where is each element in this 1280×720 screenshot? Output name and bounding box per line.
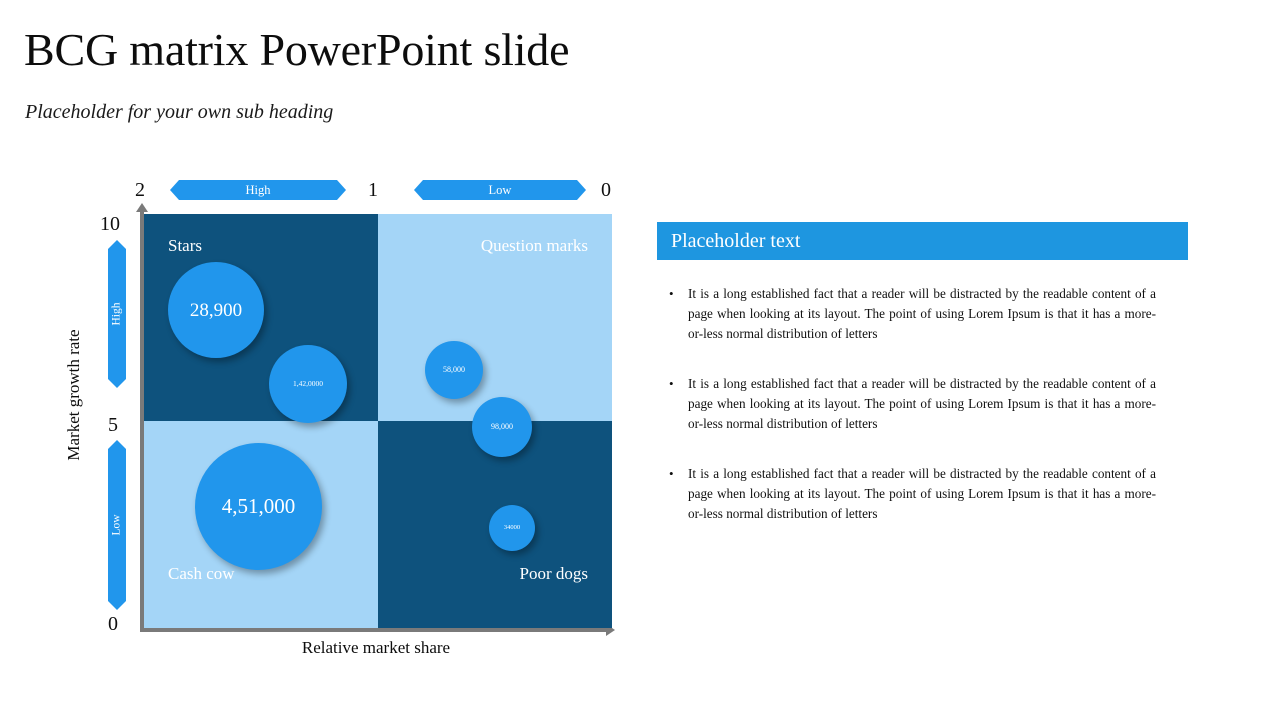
x-axis-tick-1: 1 (368, 179, 378, 201)
bullet-icon: • (669, 286, 674, 301)
data-bubble-label: 98,000 (491, 422, 513, 431)
x-axis-band-high-label: High (245, 182, 271, 197)
y-axis-band-low-label: Low (110, 514, 123, 536)
data-bubble[interactable]: 98,000 (472, 397, 532, 457)
data-bubble-label: 34000 (503, 523, 521, 531)
y-axis-title: Market growth rate (64, 329, 83, 461)
x-axis-line (140, 628, 608, 632)
bullet-icon: • (669, 466, 674, 481)
x-axis-band-low-label: Low (488, 182, 512, 197)
quadrant-label-cash-cow: Cash cow (168, 564, 235, 583)
list-item: • It is a long established fact that a r… (666, 374, 1188, 434)
quadrant-label-stars: Stars (168, 236, 202, 255)
x-axis-band-high: High (170, 180, 346, 200)
x-axis-band-low: Low (414, 180, 586, 200)
x-axis-title: Relative market share (301, 638, 451, 657)
y-axis-tick-10: 10 (100, 213, 120, 235)
y-axis-band-high-label: High (110, 302, 123, 326)
data-bubble[interactable]: 4,51,000 (195, 443, 322, 570)
y-axis-tick-5: 5 (108, 414, 118, 436)
y-axis-arrow-icon (136, 203, 148, 212)
x-axis-tick-2: 2 (135, 179, 145, 201)
y-axis-band-low: Low (108, 440, 126, 610)
bullet-icon: • (669, 376, 674, 391)
list-item: • It is a long established fact that a r… (666, 284, 1188, 344)
list-item: • It is a long established fact that a r… (666, 464, 1188, 524)
y-axis-band-high: High (108, 240, 126, 388)
list-item-text: It is a long established fact that a rea… (688, 286, 1156, 341)
y-axis-tick-0: 0 (108, 613, 118, 635)
x-axis-tick-0: 0 (601, 179, 611, 201)
placeholder-text-panel: Placeholder text • It is a long establis… (657, 222, 1188, 554)
data-bubble-label: 4,51,000 (221, 494, 296, 518)
data-bubble-label: 58,000 (443, 365, 465, 374)
panel-header-label: Placeholder text (671, 230, 801, 252)
bcg-matrix-chart: 2 1 0 High Low 10 5 0 High Low Market gr… (0, 0, 640, 700)
data-bubble[interactable]: 34000 (489, 505, 535, 551)
list-item-text: It is a long established fact that a rea… (688, 466, 1156, 521)
panel-body: • It is a long established fact that a r… (657, 284, 1188, 524)
quadrant-label-question-marks: Question marks (480, 236, 588, 255)
panel-header: Placeholder text (657, 222, 1188, 260)
data-bubble-label: 28,900 (189, 299, 243, 321)
data-bubble-label: 1,42,0000 (293, 379, 323, 389)
data-bubble[interactable]: 58,000 (425, 341, 483, 399)
data-bubble[interactable]: 1,42,0000 (269, 345, 347, 423)
list-item-text: It is a long established fact that a rea… (688, 376, 1156, 431)
quadrant-label-poor-dogs: Poor dogs (519, 564, 588, 583)
data-bubble[interactable]: 28,900 (168, 262, 264, 358)
quadrant-grid: Stars Question marks Cash cow Poor dogs … (144, 214, 612, 628)
